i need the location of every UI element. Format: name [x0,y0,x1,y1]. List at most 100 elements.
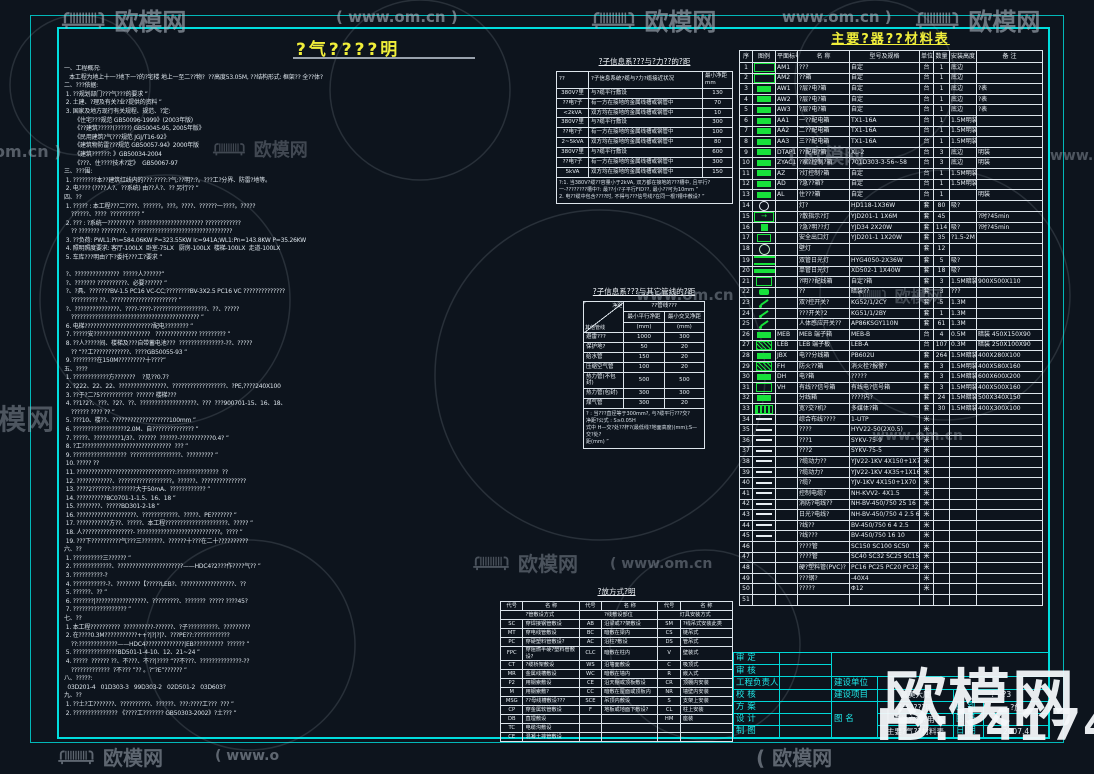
materials-row: 44 ?线?? BV-450/750 6 4 2.5 米 [739,519,1043,532]
spec-line: ??????、???? ?????????? ” [64,211,145,219]
materials-row: 49 ???钢? -40X4 米 [739,572,1043,585]
materials-row: 45 ?线??? BV-450/750 16 10 米 [739,530,1043,542]
emi-row: ??电?子 有一方在接地的金属线槽或钢管中 70 [556,97,733,109]
spec-line: 4. 照明照度要求: 客厅-100LX 卧室-75LX 厨房-100LX 楼梯-… [64,245,281,253]
spec-line: 6. ??????????????????2.0M、自?????????????… [64,425,199,433]
spec-line: 《建筑??????: 》GB50034-2004 [64,150,162,158]
materials-row: 19 双管日光灯 HYG4050-2X36W 套 5 吸? [739,254,1043,267]
tb-label-fangan: 方 案 [733,700,780,714]
legend-symbol-dash [756,524,772,527]
materials-row: 7 AA2 二??配电箱 TX1-16A 台 1 1.5M明装 [739,125,1043,138]
legend-symbol-rect-f [757,106,771,113]
spec-line: 9. ?????????????????? ?????????????????、… [64,451,218,459]
emi-table-body: 380V?里 与?缆平行敷设 130 ??电?子 有一方在接地的金属线槽或钢管中 70 <2… [556,87,733,204]
install-row: CE 混凝土排管敷设 [499,732,734,742]
legend-symbol-rect-o-lg [754,74,775,83]
install-row: CT ?缆桥架敷设 WS 沿墙面敷设 C 吸顶式 [499,660,734,670]
legend-symbol-lamp [759,201,769,211]
tb-label-fuzeren: 工程负责人 [733,676,780,690]
spec-line: 9. ????????在150M?????????十????” [64,357,166,365]
spec-line: 三、???围: [64,168,93,176]
materials-row: 50????? Φ12 米 [739,583,1043,595]
install-row: FPC 穿阻燃半硬?塑料管敷设? CLC 暗敷在柱内 V 壁装式 [499,646,734,661]
spec-line: ?、?具、???????BV-1.5 PC16 VC-CC;????????BV… [64,288,285,296]
pipe-unit: (mm) [623,321,665,334]
materials-row: 5 AW3 ?层?电?箱 自定台 1 底边 ?表 [739,104,1043,116]
legend-symbol-blob [759,289,769,296]
tb-label-date: 日 期 [953,725,984,739]
tb-label-zhitu: 制 图 [733,725,780,739]
tb-label-type: 图 别 [953,700,984,714]
materials-row: 35???? HYV22-50(2X0.5) 米 [739,424,1043,436]
legend-symbol-rect-o-lg [754,63,775,73]
spec-line: 17. ???????????方??、?????、本工程????????????… [64,520,253,528]
tb-label-no: 图 号 [953,712,984,727]
install-row: TC 电缆沟敷设 [499,723,734,733]
materials-row: 33 宽?交?机? 多媒体?箱套 30 1.5M暗装 400X300X100 [739,403,1043,415]
pipe-row: 热力管(不包封) 500 500 [582,371,706,390]
materials-row: 3 AW1 ?层?电?箱 自定台 1 底边 ?表 [739,83,1043,95]
tb-figname-2: ?住方式?用 [877,712,954,727]
spec-line: 19. ???下??????????气???三???????、??????十??… [64,537,249,545]
spec-line: 六、?? [64,546,82,554]
spec-line: ?? ??????? ????????、????????????????????… [64,228,233,236]
tb-label-jiaohe: 校 核 [733,688,780,702]
spec-line: 3. 国家及地方现行有关规程、规范、?定: [64,107,171,115]
emi-col-1: ?? [556,71,589,89]
spec-line: ????????? ??、?????????????????????? ” [64,297,182,305]
spec-line: 5. 车库???明由?下?委托???工?要求 ” [64,254,163,262]
materials-row: 43 日光?电线? NH-BV-450/750 4 2.5 6米 [739,509,1043,521]
emi-col-2: ?子信息系统?缆与?力?缆接近状况 [588,71,703,89]
spec-line: 10. ????? ?? [64,460,99,468]
spec-line: 18. 人?????????????????- ????????????????… [64,529,243,537]
materials-row: 25 人体感应开关?? AP86KSGY110N 套 61 1.3M [739,318,1043,331]
install-row: SC 穿焊接钢管敷设 AB 沿梁或??架敷设 SM ?线吊式安装此类 [499,619,734,629]
materials-row: 39 ?缆动力? YJV22-1KV 4X35+1X16 米 [739,466,1043,479]
legend-symbol-bar-double [754,256,775,266]
materials-row: 2 AM2 ??箱 自定台 1 底边 [739,72,1043,85]
pipe-diagonal-header: 净距 其他管线 [582,301,625,333]
legend-symbol-dash [756,471,772,474]
pipe-row: 煤气管 300 20 [582,398,706,409]
spec-line: 15. ????????、?????BD301-2-18 ” [64,503,160,511]
install-codes-table: ?放方式?明 代号 名 称 代号 名 称 代号 名 称 ?管敷设方式 ?线敷设部 [499,586,734,742]
sofa-icon [55,747,97,766]
legend-symbol-rect-f [757,85,771,92]
tb-label-shending: 审 定 [733,651,780,666]
legend-symbol-dash [756,460,772,463]
materials-row: 13 AL 住???箱 自定台 1 明装 [739,189,1043,201]
spec-line: 本工程为地上十一?地下一?的?宅楼 地上一至二??物? ??高度53.05M, … [64,73,323,81]
legend-symbol-rect-f [757,170,771,177]
emi-notes: ?:1. 当380V?缆??容量小于2kVA, 双方都在接地的???槽中, 且平… [556,176,733,204]
legend-symbol-dash [756,534,772,537]
spec-line: 2. 土建、?理及有关?业?提供的资料 ” [64,99,162,107]
materials-table-title: 主要?器??材料表 [831,32,950,47]
spec-line: 二、???依据: [64,82,98,90]
tb-figname-1: ?气????明 [877,700,954,714]
legend-symbol-rect-f [757,373,771,380]
install-row: MSG ??母线槽敷设??? SCE 吊顶内敷设 S 支架上安装 [499,696,734,706]
install-row: PC 穿硬塑料管敷设? AC 沿柱?敷设 DS 管吊式 [499,637,734,647]
legend-symbol-dots [757,234,771,243]
spec-line: 8. ?工?????????????????????????????? ??? … [64,443,189,451]
spec-line: 《???、住????技术?定》 GB50067-97 [64,159,178,167]
spec-line [64,263,580,272]
spec-line: 3. ??????????-? [64,572,108,580]
materials-row: 51 [739,593,1043,606]
materials-row: 14 灯? HD118-1X36W 套 80 吸? [739,199,1043,212]
spec-line: 7. ?????、?????????1/3?、?????? ??????-???… [64,434,229,442]
spec-line: 12. ????????????、??????????????????。????… [64,477,246,485]
legend-symbol-dash [756,428,772,431]
spec-line: 四、?? [64,193,82,201]
tb-no-value [983,712,1049,727]
materials-row: 31 VH 有线??信号箱 有线电?信号箱套 3 1.5M明装 400X500X160 [739,382,1043,394]
spec-line: 2. 电???? (????人?、??系统) 由??人?、?? 另行?? ” [64,185,199,193]
legend-symbol-rect-f [757,128,771,135]
materials-row: 26 MEB MEB 端子箱 MEB-B 台 4 0.5M 暗装 450X150X90 [739,329,1043,341]
materials-row: 46 ????管 SC150 SC100 SC50 米 [739,540,1043,553]
install-group-2: ?线敷设部位 [578,610,659,620]
cad-viewer-canvas: ?气????明 一、工程概况: 本工程为地上十一?地下一?的?宅楼 地上一至二?… [0,0,1094,774]
install-group-3: 灯具安装方式 [657,610,733,620]
materials-row: 21 ?明??配线箱 自定?箱套 3 1.5M暗装 900X500X110 [739,276,1043,288]
legend-symbol-rect-f [757,159,771,166]
